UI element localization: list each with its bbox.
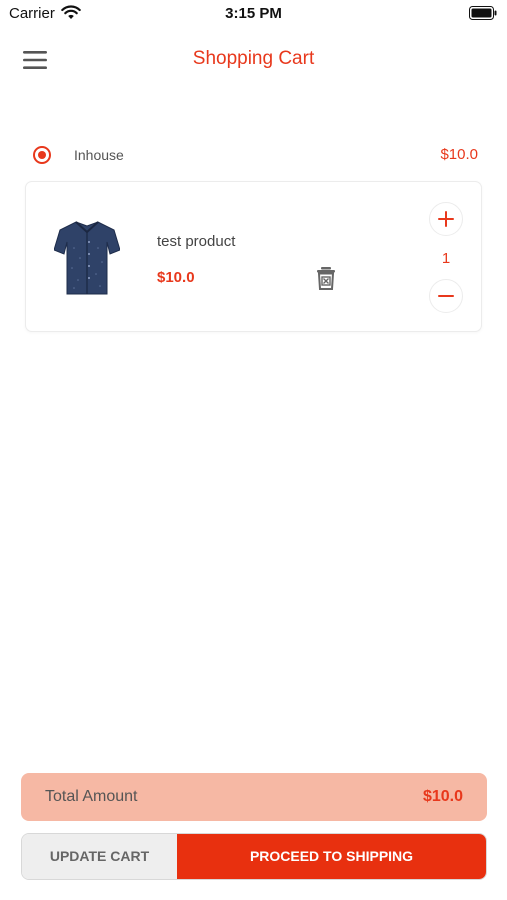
- seller-radio-selected-icon[interactable]: [33, 146, 51, 164]
- trash-icon: [317, 267, 335, 290]
- plus-icon: [438, 211, 454, 227]
- navigation-bar: Shopping Cart: [0, 38, 507, 82]
- delete-item-button[interactable]: [315, 266, 337, 290]
- battery-icon: [469, 6, 497, 20]
- cart-action-bar: UPDATE CART PROCEED TO SHIPPING: [21, 833, 487, 880]
- seller-group-row[interactable]: Inhouse $10.0: [33, 145, 478, 167]
- page-title: Shopping Cart: [192, 48, 315, 69]
- total-amount-bar: Total Amount $10.0: [21, 773, 487, 821]
- status-bar: Carrier 3:15 PM: [0, 0, 507, 28]
- status-time: 3:15 PM: [225, 5, 282, 22]
- proceed-to-shipping-button[interactable]: PROCEED TO SHIPPING: [177, 834, 486, 879]
- product-name: test product: [157, 233, 236, 250]
- minus-icon: [438, 295, 454, 297]
- total-amount-label: Total Amount: [45, 788, 138, 805]
- shirt-icon: [54, 221, 120, 295]
- cart-item-card: test product $10.0 1: [25, 181, 482, 332]
- product-price: $10.0: [157, 269, 195, 286]
- quantity-value: 1: [441, 250, 451, 267]
- seller-subtotal: $10.0: [440, 146, 478, 163]
- seller-name: Inhouse: [74, 147, 124, 163]
- total-amount-value: $10.0: [422, 788, 463, 805]
- update-cart-button[interactable]: UPDATE CART: [22, 834, 177, 879]
- decrease-quantity-button[interactable]: [429, 279, 463, 313]
- increase-quantity-button[interactable]: [429, 202, 463, 236]
